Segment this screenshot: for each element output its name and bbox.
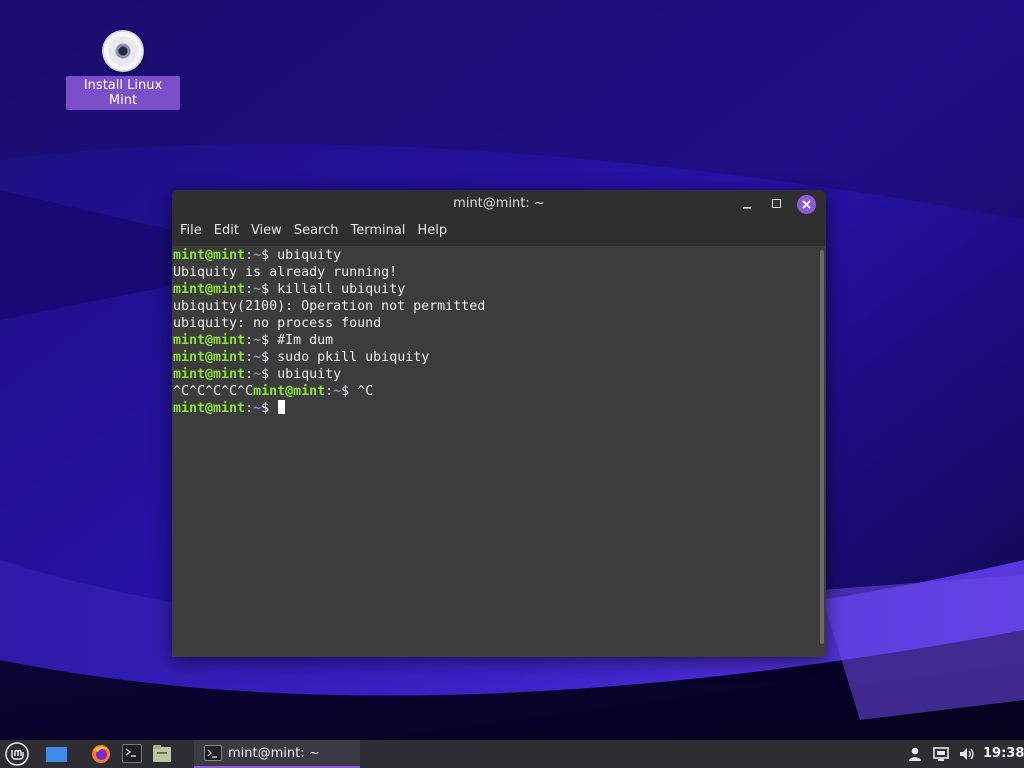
firefox-icon[interactable] (91, 744, 111, 764)
desktop-icon-install-linux-mint[interactable]: Install Linux Mint (66, 30, 180, 110)
prompt-symbol: $ (261, 367, 270, 382)
terminal-prompt-line: mint@mint:~$ #Im dum (173, 333, 334, 348)
prompt-path: ~ (253, 248, 262, 263)
terminal-prompt-line: ^C^C^C^C^Cmint@mint:~$ ^C (173, 384, 374, 399)
terminal-output-line: Ubiquity is already running! (173, 264, 818, 281)
scrollbar[interactable] (818, 246, 826, 657)
close-icon (802, 200, 811, 209)
scrollbar-thumb[interactable] (820, 250, 824, 644)
prompt-symbol: $ (261, 333, 270, 348)
show-desktop-icon[interactable] (46, 747, 67, 762)
prompt-user: mint@mint (173, 350, 246, 365)
taskbar: mint@mint: ~ 19:38 (0, 740, 1024, 768)
clock[interactable]: 19:38 (983, 740, 1024, 768)
output-text: ubiquity: no process found (173, 316, 382, 331)
menu-edit[interactable]: Edit (208, 218, 245, 243)
command-text: #Im dum (269, 333, 334, 348)
volume-icon[interactable] (958, 745, 976, 763)
prompt-user: mint@mint (173, 367, 246, 382)
prompt-path: ~ (253, 350, 262, 365)
prompt-symbol: $ (261, 401, 270, 416)
window-title: mint@mint: ~ (453, 196, 545, 211)
prompt-symbol: $ (261, 350, 270, 365)
command-text (269, 401, 277, 416)
terminal-prompt-icon (125, 748, 136, 757)
prompt-user: mint@mint (173, 282, 246, 297)
terminal-prompt-line: mint@mint:~$ killall ubiquity (173, 282, 406, 297)
menu-bar: File Edit View Search Terminal Help (172, 218, 826, 244)
desktop-icon-label: Install Linux Mint (66, 76, 180, 110)
prompt-path: ~ (333, 384, 342, 399)
minimize-icon (743, 207, 751, 209)
menu-help[interactable]: Help (411, 218, 453, 243)
command-text: ^C (349, 384, 374, 399)
terminal-icon (204, 745, 222, 761)
command-text: ubiquity (269, 248, 342, 263)
terminal-output-line: ubiquity: no process found (173, 315, 818, 332)
network-icon[interactable] (932, 745, 950, 763)
terminal-output[interactable]: mint@mint:~$ ubiquity Ubiquity is already… (172, 246, 818, 657)
menu-terminal[interactable]: Terminal (344, 218, 411, 243)
output-text: ubiquity(2100): Operation not permitted (173, 299, 486, 314)
prompt-user: mint@mint (253, 384, 326, 399)
taskbar-window-label: mint@mint: ~ (228, 746, 320, 761)
prompt-path: ~ (253, 401, 262, 416)
files-icon[interactable] (152, 744, 172, 763)
window-titlebar[interactable]: mint@mint: ~ (172, 190, 826, 218)
menu-search[interactable]: Search (288, 218, 345, 243)
maximize-icon (771, 199, 781, 208)
prompt-user: mint@mint (173, 248, 246, 263)
terminal-prompt-line: mint@mint:~$ (173, 400, 818, 417)
prompt-symbol: $ (341, 384, 350, 399)
terminal-cursor (278, 400, 286, 414)
menu-file[interactable]: File (174, 218, 208, 243)
disc-icon (102, 30, 144, 72)
terminal-prompt-line: mint@mint:~$ sudo pkill ubiquity (173, 350, 430, 365)
taskbar-window-terminal[interactable]: mint@mint: ~ (194, 740, 360, 768)
prompt-path: ~ (253, 282, 262, 297)
terminal-icon[interactable] (122, 744, 142, 763)
user-icon[interactable] (906, 745, 924, 763)
mint-menu-icon[interactable] (5, 742, 29, 766)
command-text: sudo pkill ubiquity (269, 350, 430, 365)
terminal-window[interactable]: mint@mint: ~ File Edit View Search Terminal H… (172, 190, 826, 657)
minimize-button[interactable] (738, 195, 756, 213)
prompt-symbol: $ (261, 282, 270, 297)
terminal-prompt-line: mint@mint:~$ ubiquity (173, 248, 342, 263)
interrupt-text: ^C^C^C^C^C (173, 384, 254, 399)
prompt-path: ~ (253, 333, 262, 348)
command-text: ubiquity (269, 367, 342, 382)
output-text: Ubiquity is already running! (173, 265, 398, 280)
maximize-button[interactable] (767, 195, 785, 213)
prompt-user: mint@mint (173, 401, 246, 416)
terminal-output-line: ubiquity(2100): Operation not permitted (173, 298, 818, 315)
prompt-path: ~ (253, 367, 262, 382)
command-text: killall ubiquity (269, 282, 406, 297)
terminal-prompt-line: mint@mint:~$ ubiquity (173, 367, 342, 382)
menu-view[interactable]: View (245, 218, 288, 243)
prompt-user: mint@mint (173, 333, 246, 348)
close-button[interactable] (797, 195, 816, 214)
prompt-symbol: $ (261, 248, 270, 263)
